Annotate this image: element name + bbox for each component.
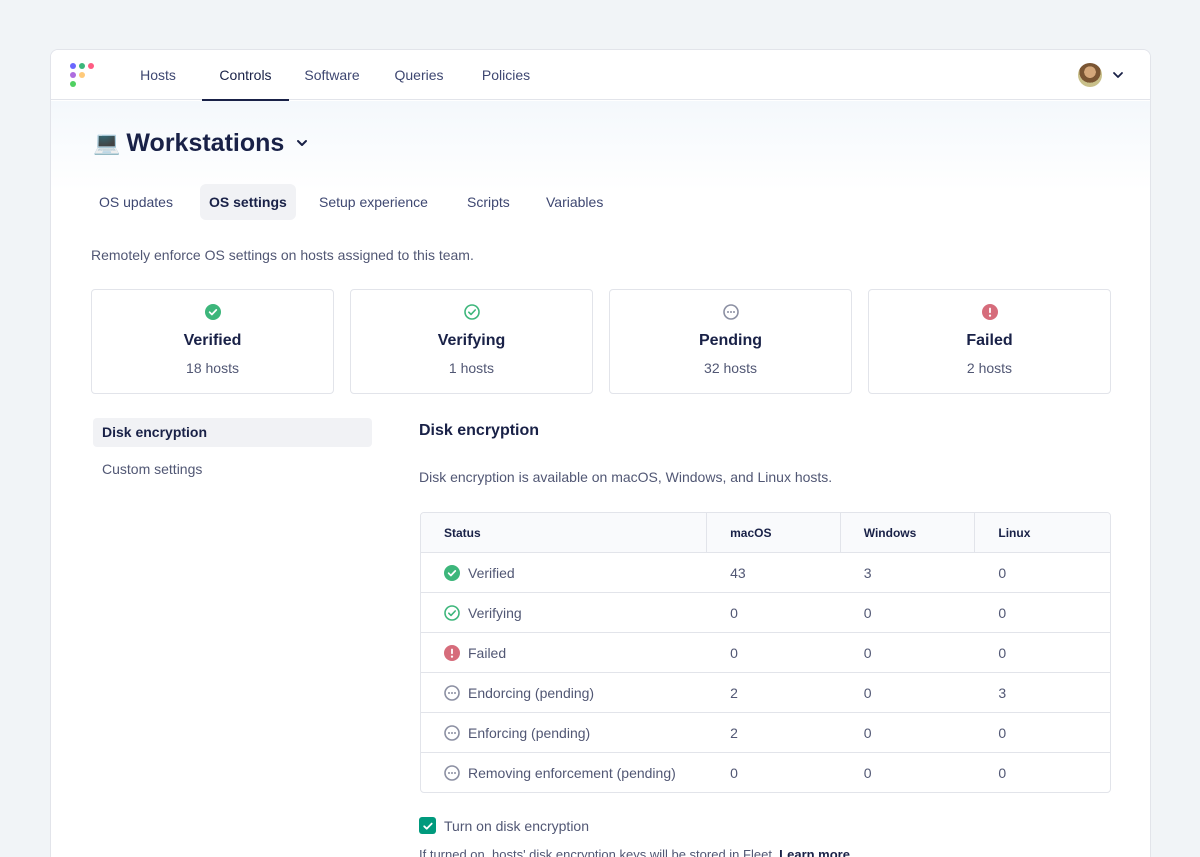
- error-icon: [982, 304, 998, 320]
- windows-count-link[interactable]: 3: [841, 553, 976, 592]
- status-label: Enforcing (pending): [468, 724, 591, 741]
- learn-more-link[interactable]: Learn more: [779, 847, 850, 857]
- tab-scripts[interactable]: Scripts: [458, 184, 519, 220]
- disk-encryption-table: Status macOS Windows Linux Verified 43 3…: [420, 512, 1111, 793]
- linux-count-link[interactable]: 3: [975, 673, 1110, 712]
- linux-count-link[interactable]: 0: [975, 593, 1110, 632]
- status-cell: Failed: [421, 633, 707, 672]
- linux-count-link[interactable]: 0: [975, 633, 1110, 672]
- pending-icon: [444, 724, 460, 741]
- top-navigation: Hosts Controls Software Queries Policies: [51, 50, 1150, 101]
- column-header-linux[interactable]: Linux: [975, 513, 1110, 552]
- disk-encryption-toggle[interactable]: Turn on disk encryption: [419, 817, 589, 834]
- team-name: Workstations: [126, 128, 285, 157]
- summary-card-pending[interactable]: Pending 32 hosts: [609, 289, 852, 394]
- tab-variables[interactable]: Variables: [537, 184, 612, 220]
- table-row: Verified 43 3 0: [421, 552, 1110, 592]
- macos-count-link[interactable]: 2: [707, 673, 841, 712]
- pending-icon: [444, 764, 460, 781]
- os-settings-sidenav: Disk encryption Custom settings: [93, 418, 372, 484]
- sidenav-item-disk-encryption[interactable]: Disk encryption: [93, 418, 372, 447]
- nav-controls[interactable]: Controls: [202, 50, 289, 101]
- pending-icon: [723, 304, 739, 320]
- table-row: Removing enforcement (pending) 0 0 0: [421, 752, 1110, 792]
- check-filled-icon: [205, 304, 221, 320]
- team-selector[interactable]: 💻 Workstations: [93, 128, 310, 158]
- table-row: Verifying 0 0 0: [421, 592, 1110, 632]
- tab-setup-experience[interactable]: Setup experience: [310, 184, 437, 220]
- sidenav-item-custom-settings[interactable]: Custom settings: [93, 455, 372, 484]
- tab-os-settings[interactable]: OS settings: [200, 184, 296, 220]
- card-count: 18 hosts: [186, 360, 239, 376]
- checkmark-icon: [422, 822, 433, 830]
- status-label: Endorcing (pending): [468, 684, 595, 701]
- windows-count-link[interactable]: 0: [841, 633, 976, 672]
- pending-icon: [444, 684, 460, 701]
- table-row: Failed 0 0 0: [421, 632, 1110, 672]
- macos-count-link[interactable]: 2: [707, 713, 841, 752]
- check-outline-icon: [444, 604, 460, 621]
- column-header-windows[interactable]: Windows: [841, 513, 976, 552]
- nav-queries[interactable]: Queries: [388, 50, 450, 100]
- summary-card-verified[interactable]: Verified 18 hosts: [91, 289, 334, 394]
- macos-count-link[interactable]: 43: [707, 553, 841, 592]
- error-icon: [444, 644, 460, 661]
- card-title: Verifying: [437, 332, 506, 349]
- chevron-down-icon: [297, 140, 308, 146]
- summary-card-failed[interactable]: Failed 2 hosts: [868, 289, 1111, 394]
- card-count: 32 hosts: [704, 360, 757, 376]
- status-label: Verifying: [468, 604, 522, 621]
- windows-count-link[interactable]: 0: [841, 673, 976, 712]
- card-count: 1 hosts: [448, 360, 495, 376]
- table-row: Endorcing (pending) 2 0 3: [421, 672, 1110, 712]
- fleet-logo-icon[interactable]: [70, 63, 96, 89]
- column-header-status[interactable]: Status: [421, 513, 708, 552]
- status-cell: Verifying: [421, 593, 707, 632]
- app-window: Hosts Controls Software Queries Policies…: [50, 49, 1151, 857]
- macos-count-link[interactable]: 0: [707, 753, 841, 792]
- table-header-row: Status macOS Windows Linux: [421, 513, 1110, 552]
- card-title: Failed: [966, 332, 1013, 349]
- card-count: 2 hosts: [966, 360, 1013, 376]
- nav-software[interactable]: Software: [297, 50, 367, 100]
- card-title: Verified: [183, 332, 242, 349]
- column-header-macos[interactable]: macOS: [707, 513, 841, 552]
- status-cell: Removing enforcement (pending): [421, 753, 707, 792]
- checkbox-label: Turn on disk encryption: [444, 817, 589, 834]
- laptop-icon: 💻: [93, 130, 121, 155]
- section-title: Disk encryption: [419, 422, 540, 439]
- macos-count-link[interactable]: 0: [707, 593, 841, 632]
- disk-encryption-note: If turned on, hosts' disk encryption key…: [419, 847, 850, 857]
- note-text: If turned on, hosts' disk encryption key…: [419, 847, 776, 857]
- chevron-down-icon[interactable]: [1110, 67, 1126, 83]
- windows-count-link[interactable]: 0: [841, 713, 976, 752]
- windows-count-link[interactable]: 0: [841, 593, 976, 632]
- status-label: Failed: [468, 644, 507, 661]
- checkbox-checked[interactable]: [419, 817, 436, 834]
- macos-count-link[interactable]: 0: [707, 633, 841, 672]
- status-label: Removing enforcement (pending): [468, 764, 676, 781]
- status-cell: Verified: [421, 553, 707, 592]
- card-title: Pending: [698, 332, 763, 349]
- nav-policies[interactable]: Policies: [475, 50, 537, 100]
- linux-count-link[interactable]: 0: [975, 753, 1110, 792]
- check-outline-icon: [464, 304, 480, 320]
- status-cell: Enforcing (pending): [421, 713, 707, 752]
- summary-card-verifying[interactable]: Verifying 1 hosts: [350, 289, 593, 394]
- windows-count-link[interactable]: 0: [841, 753, 976, 792]
- section-description: Disk encryption is available on macOS, W…: [419, 469, 833, 485]
- linux-count-link[interactable]: 0: [975, 553, 1110, 592]
- check-filled-icon: [444, 564, 460, 581]
- nav-hosts[interactable]: Hosts: [134, 50, 182, 100]
- tab-os-updates[interactable]: OS updates: [90, 184, 182, 220]
- table-row: Enforcing (pending) 2 0 0: [421, 712, 1110, 752]
- user-avatar[interactable]: [1078, 63, 1102, 87]
- status-cell: Endorcing (pending): [421, 673, 707, 712]
- linux-count-link[interactable]: 0: [975, 713, 1110, 752]
- page-description: Remotely enforce OS settings on hosts as…: [91, 247, 474, 263]
- status-label: Verified: [468, 564, 515, 581]
